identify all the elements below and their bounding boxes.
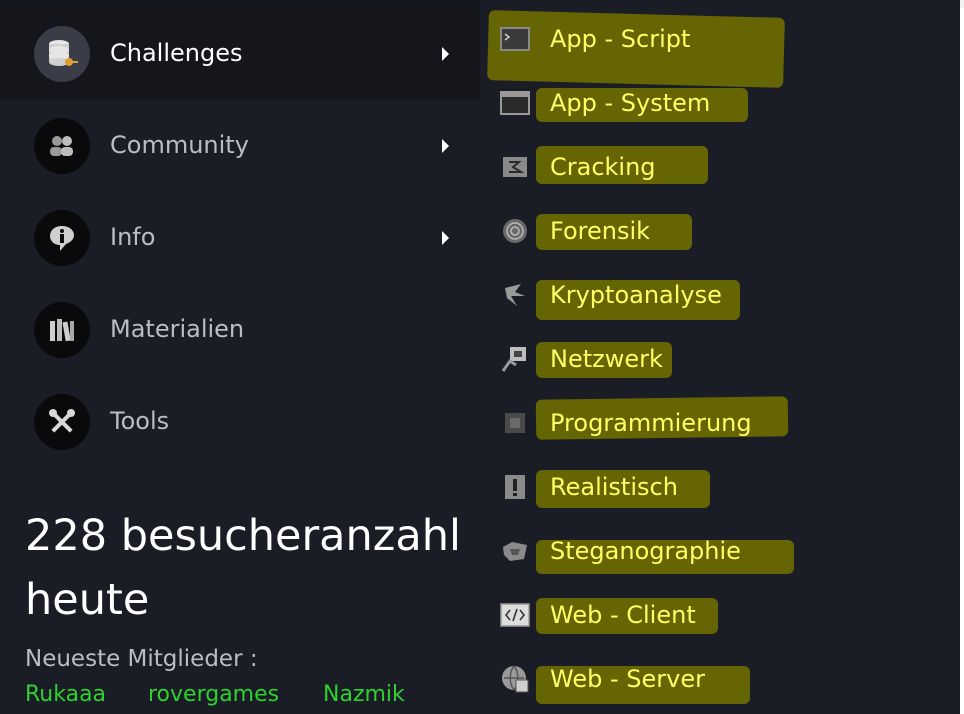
submenu-item-label: Cracking bbox=[550, 153, 656, 181]
submenu-item-label: Programmierung bbox=[550, 409, 752, 437]
sidebar-item-materialien[interactable]: Materialien bbox=[0, 284, 480, 376]
database-key-icon bbox=[34, 26, 90, 82]
challenges-submenu: App - Script App - System Cracking Foren… bbox=[480, 0, 960, 714]
submenu-item-kryptoanalyse[interactable]: Kryptoanalyse bbox=[480, 264, 960, 328]
submenu-item-app-system[interactable]: App - System bbox=[480, 72, 960, 136]
sidebar-item-label: Challenges bbox=[110, 39, 243, 67]
realistic-icon bbox=[500, 474, 530, 500]
sidebar-item-label: Community bbox=[110, 131, 249, 159]
chevron-right-icon bbox=[442, 139, 449, 153]
submenu-item-label: Netzwerk bbox=[550, 345, 663, 373]
submenu-item-web-server[interactable]: Web - Server bbox=[480, 648, 960, 712]
fingerprint-icon bbox=[500, 218, 530, 244]
submenu-item-label: App - Script bbox=[550, 25, 691, 53]
window-icon bbox=[500, 90, 530, 116]
chevron-right-icon bbox=[442, 231, 449, 245]
submenu-item-realistisch[interactable]: Realistisch bbox=[480, 456, 960, 520]
sidebar-item-tools[interactable]: Tools bbox=[0, 376, 480, 468]
books-icon bbox=[34, 302, 90, 358]
submenu-item-web-client[interactable]: Web - Client bbox=[480, 584, 960, 648]
submenu-item-label: Realistisch bbox=[550, 473, 678, 501]
sidebar: Challenges Community Info Materialien To… bbox=[0, 0, 480, 714]
chip-icon bbox=[500, 410, 530, 436]
submenu-item-netzwerk[interactable]: Netzwerk bbox=[480, 328, 960, 392]
chevron-right-icon bbox=[442, 47, 449, 61]
stego-icon bbox=[500, 538, 530, 564]
users-icon bbox=[34, 118, 90, 174]
submenu-item-programmierung[interactable]: Programmierung bbox=[480, 392, 960, 456]
code-tag-icon bbox=[500, 602, 530, 628]
sidebar-item-info[interactable]: Info bbox=[0, 192, 480, 284]
info-bubble-icon bbox=[34, 210, 90, 266]
member-link[interactable]: Rukaaa bbox=[25, 682, 106, 707]
member-link[interactable]: Nazmik bbox=[323, 682, 405, 707]
visitor-counter-line2: heute bbox=[25, 575, 150, 625]
sidebar-item-label: Info bbox=[110, 223, 156, 251]
submenu-item-label: Kryptoanalyse bbox=[550, 281, 722, 309]
submenu-item-label: Forensik bbox=[550, 217, 651, 245]
cracking-icon bbox=[500, 154, 530, 180]
submenu-item-forensik[interactable]: Forensik bbox=[480, 200, 960, 264]
submenu-item-cracking[interactable]: Cracking bbox=[480, 136, 960, 200]
submenu-item-app-script[interactable]: App - Script bbox=[480, 8, 960, 72]
submenu-item-label: App - System bbox=[550, 89, 711, 117]
network-icon bbox=[500, 346, 530, 372]
crypto-icon bbox=[500, 282, 530, 308]
tools-icon bbox=[34, 394, 90, 450]
submenu-item-steganographie[interactable]: Steganographie bbox=[480, 520, 960, 584]
sidebar-top-strip bbox=[0, 0, 480, 8]
sidebar-item-label: Materialien bbox=[110, 315, 245, 343]
submenu-item-label: Web - Server bbox=[550, 665, 705, 693]
submenu-item-label: Steganographie bbox=[550, 537, 741, 565]
page-background-sliver bbox=[960, 8, 964, 714]
sidebar-item-challenges[interactable]: Challenges bbox=[0, 8, 480, 100]
visitor-counter-line1: 228 besucheranzahl bbox=[25, 511, 461, 561]
sidebar-item-community[interactable]: Community bbox=[0, 100, 480, 192]
member-link[interactable]: rovergames bbox=[148, 682, 279, 707]
terminal-icon bbox=[500, 26, 530, 52]
server-icon bbox=[500, 665, 530, 693]
submenu-item-label: Web - Client bbox=[550, 601, 696, 629]
visitor-counter: 228 besucheranzahl heute bbox=[25, 504, 475, 632]
sidebar-item-label: Tools bbox=[110, 407, 170, 435]
newest-members-label: Neueste Mitglieder : bbox=[25, 646, 258, 672]
